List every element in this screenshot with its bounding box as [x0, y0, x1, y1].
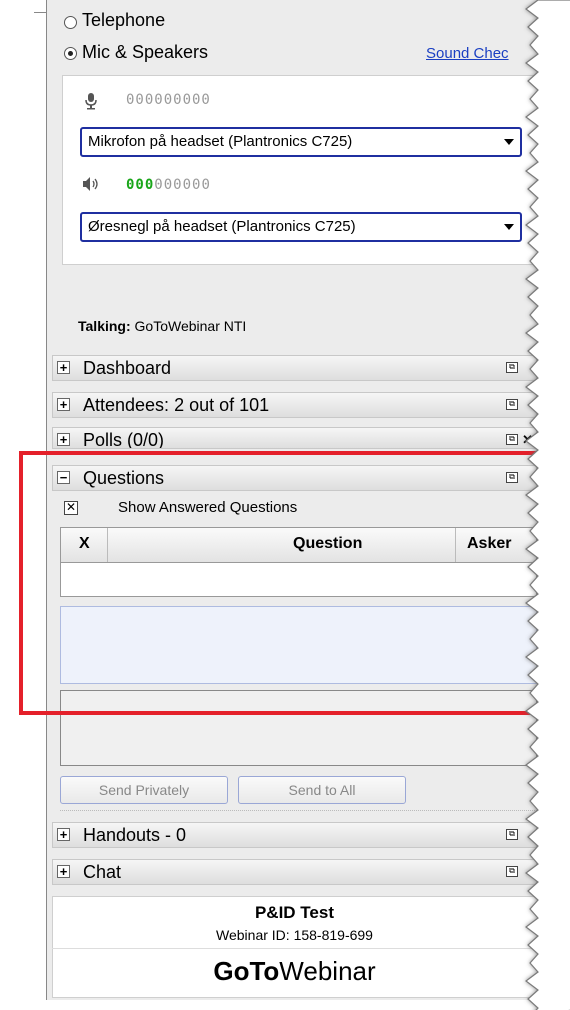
- panel-handouts-header[interactable]: + Handouts - 0 ⧉: [52, 822, 537, 848]
- chevron-down-icon: [504, 224, 514, 230]
- logo-light-part: Webinar: [279, 956, 376, 986]
- expand-icon[interactable]: +: [57, 433, 70, 446]
- webinar-id: Webinar ID: 158-819-699: [216, 927, 373, 943]
- divider: [52, 948, 537, 949]
- expand-icon[interactable]: +: [57, 361, 70, 374]
- panel-attendees-label: Attendees: 2 out of 101: [83, 395, 270, 415]
- speaker-level-active: 000: [126, 177, 155, 193]
- sound-check-link[interactable]: Sound Chec: [426, 45, 509, 62]
- mic-speakers-radio[interactable]: [64, 47, 77, 60]
- panel-dashboard-header[interactable]: + Dashboard ⧉: [52, 355, 537, 381]
- webinar-title: P&ID Test: [254, 903, 335, 922]
- send-privately-button[interactable]: Send Privately: [60, 776, 228, 804]
- send-to-all-button[interactable]: Send to All: [238, 776, 406, 804]
- chevron-down-icon: [504, 139, 514, 145]
- speaker-select-value: Øresnegl på headset (Plantronics C725): [88, 218, 356, 235]
- window-frame-bracket: [34, 12, 47, 13]
- logo-bold-part: GoTo: [213, 956, 280, 986]
- mic-speakers-label: Mic & Speakers: [82, 42, 209, 62]
- speaker-level-inactive: 000000: [154, 177, 211, 193]
- panel-dashboard-label: Dashboard: [83, 358, 172, 378]
- panel-handouts-label: Handouts - 0: [83, 825, 187, 845]
- divider: [60, 810, 537, 813]
- expand-icon[interactable]: +: [57, 398, 70, 411]
- speaker-icon: [82, 176, 100, 192]
- torn-edge: [525, 0, 570, 1010]
- mic-level-meter: 000000000: [126, 92, 211, 108]
- expand-icon[interactable]: +: [57, 828, 70, 841]
- highlight-box: [19, 451, 555, 715]
- panel-polls-header[interactable]: + Polls (0/0) ⧉ ✕: [52, 427, 537, 449]
- talking-name: GoToWebinar NTI: [134, 318, 247, 334]
- expand-icon[interactable]: +: [57, 865, 70, 878]
- panel-chat-header[interactable]: + Chat ⧉: [52, 859, 537, 885]
- talking-status: Talking: GoToWebinar NTI: [78, 318, 246, 334]
- microphone-select[interactable]: Mikrofon på headset (Plantronics C725): [80, 127, 522, 157]
- microphone-icon: [84, 92, 98, 110]
- microphone-select-value: Mikrofon på headset (Plantronics C725): [88, 133, 353, 150]
- telephone-label: Telephone: [82, 10, 166, 30]
- speaker-select[interactable]: Øresnegl på headset (Plantronics C725): [80, 212, 522, 242]
- speaker-level-meter: 000000000: [126, 177, 211, 193]
- gotowebinar-logo: GoToWebinar: [52, 956, 537, 987]
- panel-attendees-header[interactable]: + Attendees: 2 out of 101 ⧉: [52, 392, 537, 418]
- telephone-radio[interactable]: [64, 16, 77, 29]
- panel-polls-label: Polls (0/0): [83, 430, 165, 449]
- talking-label: Talking:: [78, 318, 131, 334]
- panel-chat-label: Chat: [83, 862, 122, 882]
